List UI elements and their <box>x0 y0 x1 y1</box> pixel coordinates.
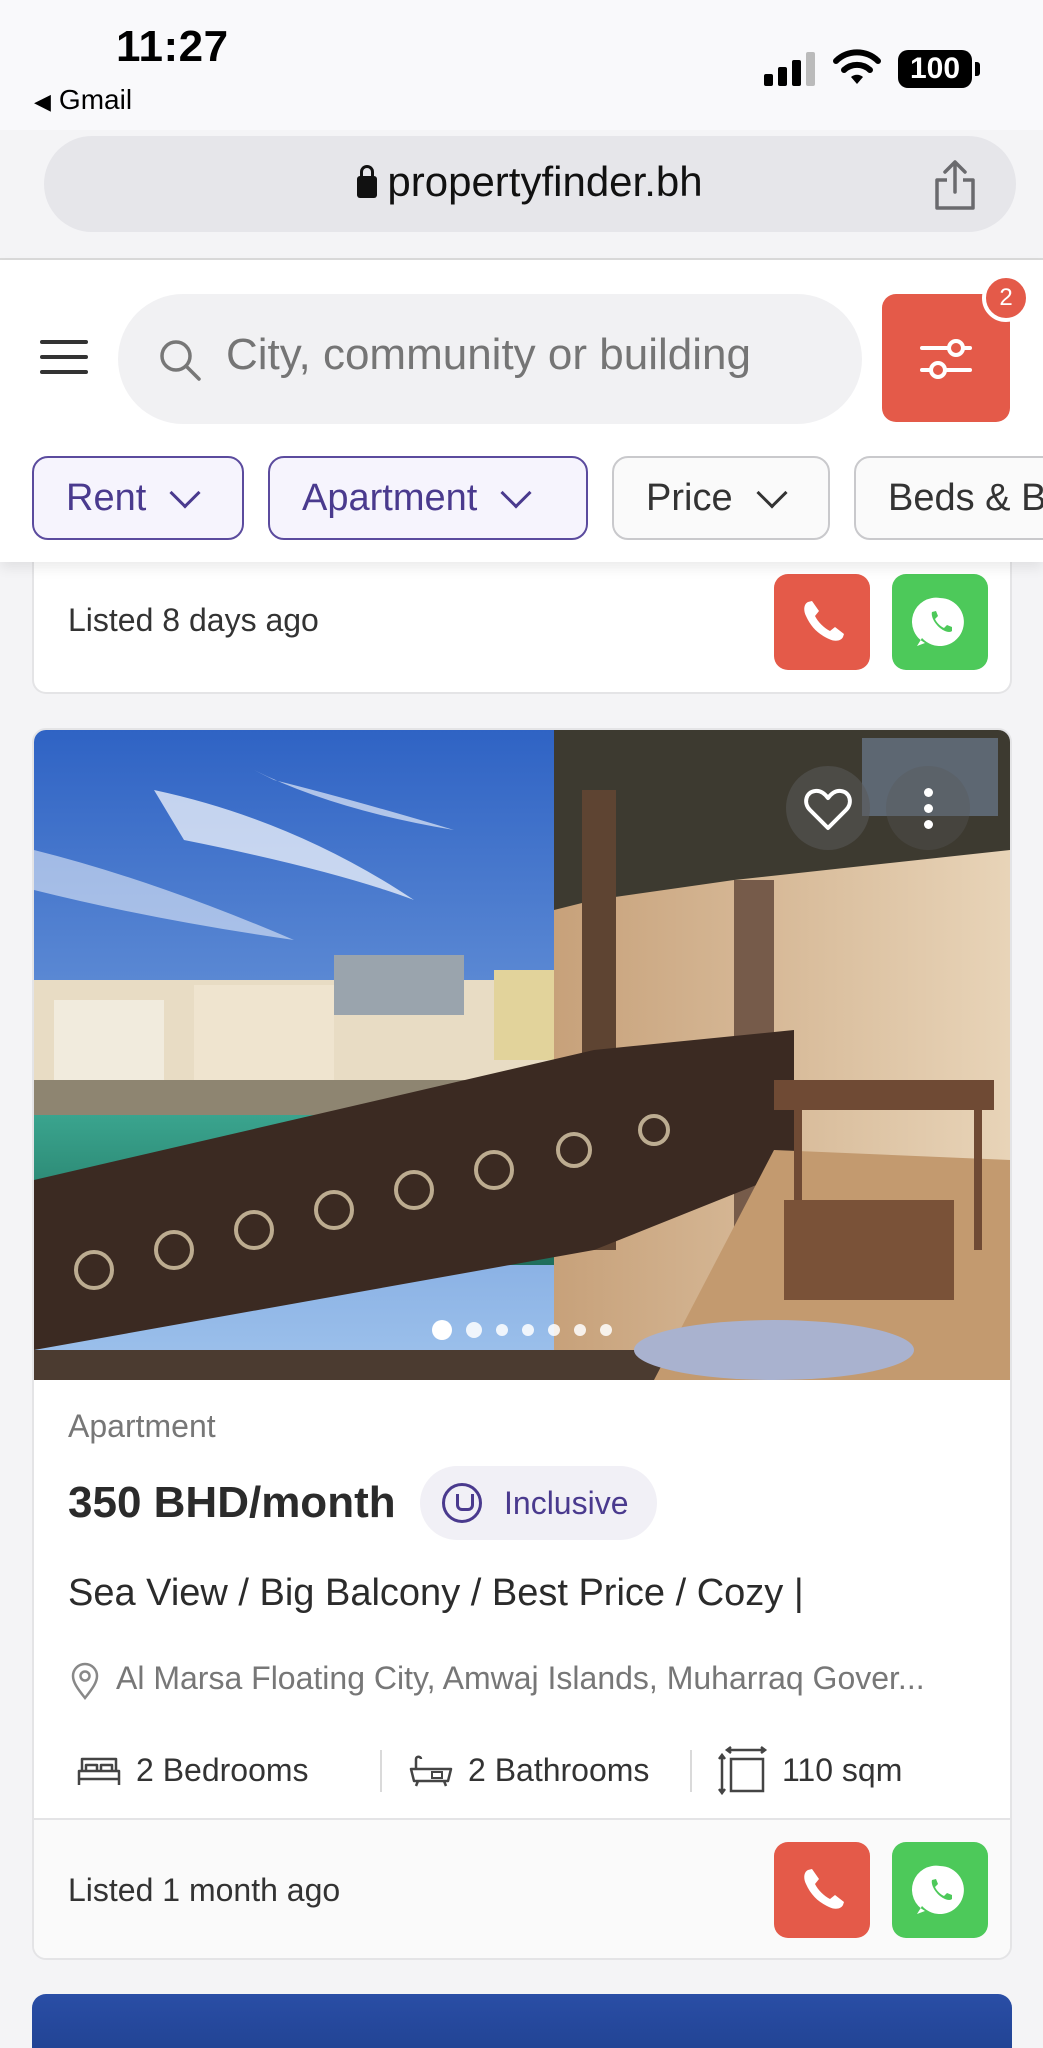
heart-icon <box>804 788 852 830</box>
listed-date: Listed 8 days ago <box>68 602 319 638</box>
whatsapp-button[interactable] <box>892 1842 988 1938</box>
listed-date: Listed 1 month ago <box>68 1872 341 1908</box>
wifi-icon <box>833 49 881 84</box>
pagination-dot[interactable] <box>522 1324 534 1336</box>
chevron-down-icon <box>169 477 201 509</box>
chip-label: Beds & B <box>888 477 1043 519</box>
plug-icon <box>442 1482 482 1523</box>
chip-beds-baths[interactable]: Beds & B <box>854 456 1043 540</box>
clock: 11:27 <box>116 22 229 71</box>
chip-price[interactable]: Price <box>612 456 830 540</box>
area-fact: 110 sqm <box>718 1740 902 1800</box>
status-bar: 11:27 ◀ Gmail 100 <box>0 0 1043 130</box>
location-text: Al Marsa Floating City, Amwaj Islands, M… <box>116 1660 925 1696</box>
battery-icon: 100 <box>898 50 980 88</box>
bathrooms-label: 2 Bathrooms <box>468 1752 650 1788</box>
phone-icon <box>804 1869 844 1909</box>
more-dot <box>924 804 933 813</box>
pagination-dot[interactable] <box>496 1324 508 1336</box>
chevron-down-icon <box>500 477 532 509</box>
cellular-signal-icon <box>764 52 816 86</box>
chip-label: Apartment <box>302 477 478 519</box>
pagination-dot[interactable] <box>574 1324 586 1336</box>
listing-location: Al Marsa Floating City, Amwaj Islands, M… <box>68 1660 925 1701</box>
bed-icon <box>77 1757 121 1785</box>
whatsapp-icon <box>911 1865 964 1914</box>
back-to-app-link[interactable]: ◀ Gmail <box>34 84 132 116</box>
filter-count-badge: 2 <box>982 274 1030 322</box>
bathtub-icon <box>409 1755 453 1787</box>
chip-label: Price <box>646 477 733 519</box>
area-icon <box>718 1745 768 1795</box>
more-dot <box>924 820 933 829</box>
search-input[interactable] <box>226 330 846 380</box>
lock-icon <box>357 165 378 198</box>
listing-card[interactable]: Apartment 350 BHD/month Inclusive Sea Vi… <box>32 728 1012 1960</box>
whatsapp-icon <box>911 597 964 646</box>
pagination-dot[interactable] <box>600 1324 612 1336</box>
search-bar[interactable] <box>118 294 862 424</box>
chip-rent[interactable]: Rent <box>32 456 244 540</box>
call-button[interactable] <box>774 574 870 670</box>
bedrooms-fact: 2 Bedrooms <box>76 1740 309 1800</box>
listing-photo[interactable] <box>34 730 1010 1380</box>
chevron-down-icon <box>756 477 788 509</box>
bathrooms-fact: 2 Bathrooms <box>408 1740 649 1800</box>
share-icon[interactable] <box>932 158 978 212</box>
favorite-button[interactable] <box>786 766 870 850</box>
listing-title[interactable]: Sea View / Big Balcony / Best Price / Co… <box>68 1572 804 1615</box>
area-label: 110 sqm <box>782 1752 903 1788</box>
property-type: Apartment <box>68 1408 216 1444</box>
screen: 11:27 ◀ Gmail 100 propertyfinder.bh City… <box>0 0 1043 2048</box>
pagination-dot[interactable] <box>548 1324 560 1336</box>
address-bar[interactable]: propertyfinder.bh <box>44 136 1016 232</box>
chip-apartment[interactable]: Apartment <box>268 456 588 540</box>
bedrooms-label: 2 Bedrooms <box>136 1752 309 1788</box>
inclusive-label: Inclusive <box>504 1485 629 1521</box>
pagination-dot[interactable] <box>466 1322 482 1338</box>
menu-icon[interactable] <box>40 340 88 374</box>
more-options-button[interactable] <box>886 766 970 850</box>
app-header: 2 Rent Apartment Price Beds & B <box>0 260 1043 562</box>
fact-divider <box>690 1750 692 1792</box>
fact-divider <box>380 1750 382 1792</box>
call-button[interactable] <box>774 1842 870 1938</box>
pagination-dot-active[interactable] <box>432 1320 452 1340</box>
listing-price: 350 BHD/month <box>68 1478 396 1527</box>
listing-card-next[interactable] <box>32 1994 1012 2048</box>
search-icon <box>160 340 201 381</box>
back-triangle-icon: ◀ <box>34 89 51 114</box>
back-app-label: Gmail <box>58 84 133 115</box>
more-dot <box>924 788 933 797</box>
filter-chips: Rent Apartment Price Beds & B <box>0 456 1043 546</box>
photo-pagination <box>34 1320 1010 1340</box>
whatsapp-button[interactable] <box>892 574 988 670</box>
url-text: propertyfinder.bh <box>387 158 703 205</box>
inclusive-badge: Inclusive <box>420 1466 657 1540</box>
location-pin-icon <box>71 1662 99 1700</box>
listing-footer: Listed 1 month ago <box>34 1818 1010 1958</box>
phone-icon <box>804 601 844 641</box>
chip-label: Rent <box>66 477 147 519</box>
